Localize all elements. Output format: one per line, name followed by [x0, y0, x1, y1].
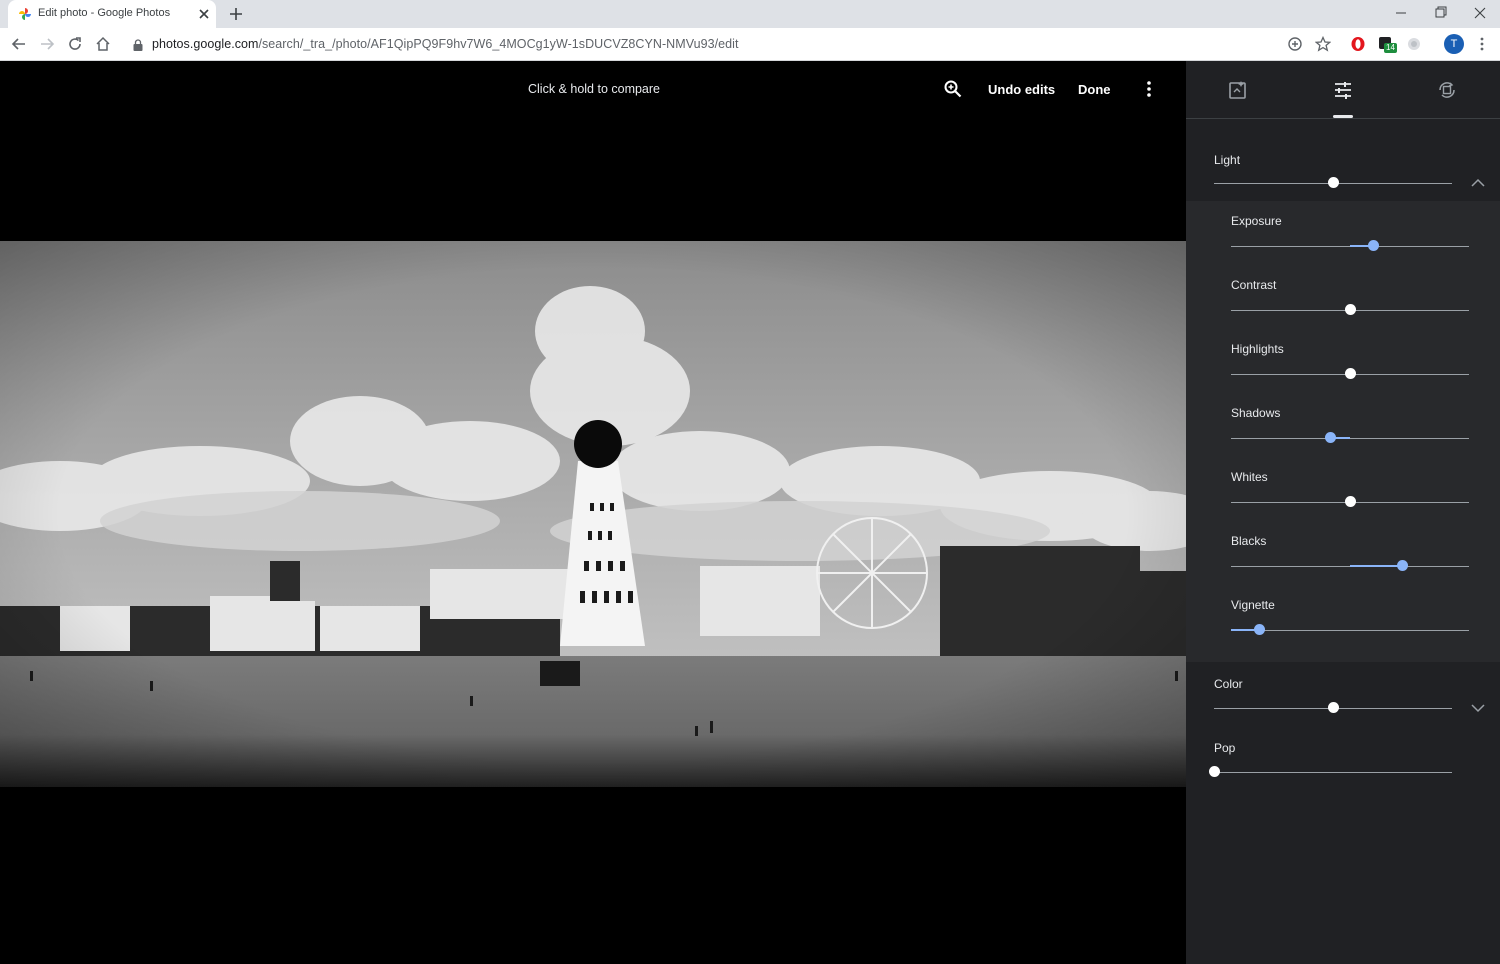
bookmark-star-icon[interactable]: [1315, 36, 1331, 52]
close-window-icon[interactable]: [1471, 5, 1489, 21]
slider-label-whites: Whites: [1231, 470, 1268, 484]
blacks-slider[interactable]: [1231, 558, 1469, 574]
browser-tab[interactable]: Edit photo - Google Photos: [8, 0, 216, 28]
collapse-chevron-icon[interactable]: [1470, 178, 1486, 188]
slider-label-blacks: Blacks: [1231, 534, 1267, 548]
highlights-slider[interactable]: [1231, 366, 1469, 382]
slider-label-vignette: Vignette: [1231, 598, 1275, 612]
expand-chevron-icon[interactable]: [1470, 703, 1486, 713]
vignette-slider[interactable]: [1231, 622, 1469, 638]
new-tab-icon[interactable]: [228, 6, 244, 22]
url-text[interactable]: photos.google.com/search/_tra_/photo/AF1…: [152, 37, 739, 51]
browser-toolbar: photos.google.com/search/_tra_/photo/AF1…: [0, 28, 1500, 61]
pop-slider[interactable]: [1208, 764, 1452, 780]
forward-icon[interactable]: [39, 36, 55, 52]
slider-label-exposure: Exposure: [1231, 214, 1282, 228]
done-button[interactable]: Done: [1078, 82, 1111, 97]
light-group: Light: [1186, 119, 1500, 201]
slider-knob[interactable]: [1325, 432, 1337, 443]
slider-track: [1231, 630, 1469, 631]
undo-edits-button[interactable]: Undo edits: [988, 82, 1055, 97]
whites-slider[interactable]: [1231, 494, 1469, 510]
light-subsliders: Exposure Contrast Highlights Shadows Whites B…: [1186, 201, 1500, 662]
photo-editor: Click & hold to compare Undo edits Done: [0, 61, 1186, 964]
url-host: photos.google.com: [152, 37, 259, 51]
slider-knob[interactable]: [1327, 177, 1339, 188]
slider-knob[interactable]: [1344, 304, 1356, 315]
zoom-in-icon[interactable]: [944, 80, 962, 98]
compare-hint: Click & hold to compare: [528, 82, 661, 96]
slider-knob[interactable]: [1344, 496, 1356, 507]
browser-tab-strip: Edit photo - Google Photos: [0, 0, 1500, 28]
extension-badge: 14: [1384, 43, 1397, 53]
slider-label-highlights: Highlights: [1231, 342, 1284, 356]
light-slider[interactable]: [1214, 175, 1452, 191]
browser-menu-icon[interactable]: [1474, 36, 1490, 52]
crop-rotate-tab-icon[interactable]: [1436, 79, 1458, 101]
slider-knob[interactable]: [1396, 560, 1408, 571]
reload-icon[interactable]: [67, 36, 83, 52]
color-label: Color: [1214, 677, 1243, 691]
exposure-slider[interactable]: [1231, 238, 1469, 254]
contrast-slider[interactable]: [1231, 302, 1469, 318]
photo-preview[interactable]: [0, 241, 1186, 787]
home-icon[interactable]: [95, 36, 111, 52]
extension-with-badge[interactable]: 14: [1378, 36, 1397, 53]
add-to-home-icon[interactable]: [1287, 36, 1303, 52]
pop-label: Pop: [1214, 741, 1236, 755]
slider-fill: [1350, 565, 1403, 567]
slider-label-contrast: Contrast: [1231, 278, 1277, 292]
slider-label-shadows: Shadows: [1231, 406, 1281, 420]
back-icon[interactable]: [11, 36, 27, 52]
slider-track: [1214, 772, 1452, 773]
color-slider[interactable]: [1214, 700, 1452, 716]
active-tab-indicator: [1333, 115, 1353, 118]
close-tab-icon[interactable]: [197, 7, 211, 21]
pop-group: Pop: [1186, 726, 1500, 808]
slider-track: [1231, 438, 1469, 439]
opera-extension-icon[interactable]: [1350, 36, 1366, 52]
slider-knob[interactable]: [1368, 240, 1380, 251]
address-bar[interactable]: photos.google.com/search/_tra_/photo/AF1…: [122, 31, 1392, 58]
edit-panel: Light Exposure Contrast Highlights Shadows W…: [1186, 61, 1500, 964]
filters-tab-icon[interactable]: [1227, 79, 1249, 101]
panel-tabs: [1186, 61, 1500, 119]
light-label: Light: [1214, 153, 1241, 167]
slider-knob[interactable]: [1254, 624, 1266, 635]
slider-knob[interactable]: [1327, 702, 1339, 713]
profile-avatar[interactable]: T: [1444, 34, 1464, 54]
more-options-icon[interactable]: [1142, 80, 1156, 98]
google-photos-icon: [19, 8, 31, 20]
lock-icon: [133, 39, 143, 51]
adjustments-tab-icon[interactable]: [1332, 79, 1354, 101]
slider-knob[interactable]: [1208, 766, 1220, 777]
restore-icon[interactable]: [1431, 5, 1449, 21]
disabled-extension-icon[interactable]: [1406, 36, 1422, 52]
tab-title: Edit photo - Google Photos: [38, 7, 171, 19]
shadows-slider[interactable]: [1231, 430, 1469, 446]
minimize-icon[interactable]: [1392, 5, 1410, 21]
slider-knob[interactable]: [1344, 368, 1356, 379]
url-path: /search/_tra_/photo/AF1QipPQ9F9hv7W6_4MO…: [258, 37, 739, 51]
